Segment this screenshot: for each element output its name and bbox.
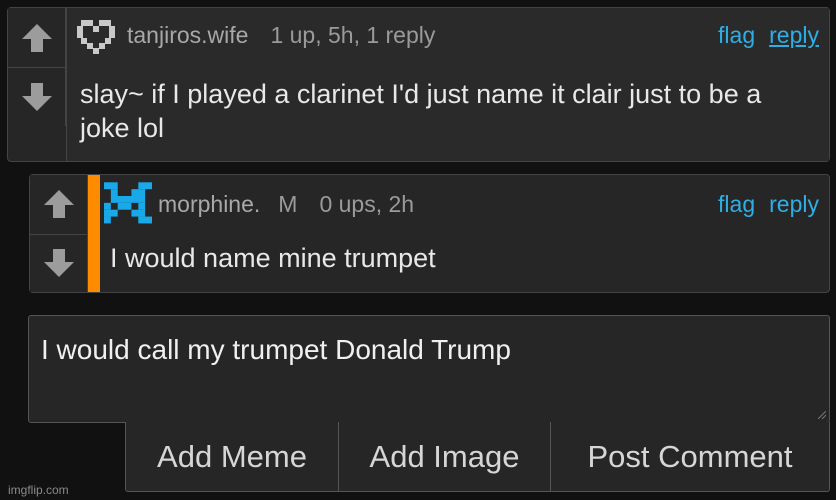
composer-button-bar: Add Meme Add Image Post Comment xyxy=(125,422,830,492)
comment-meta: tanjiros.wife 1 up, 5h, 1 reply flag rep… xyxy=(77,20,819,54)
comment-stats: 0 ups, 2h xyxy=(319,190,415,217)
reply-link[interactable]: reply xyxy=(769,191,819,218)
comment-actions: flag reply xyxy=(718,191,819,218)
upvote-button[interactable] xyxy=(30,175,87,235)
avatar[interactable] xyxy=(77,16,119,54)
upvote-button[interactable] xyxy=(8,8,65,68)
resize-grip-icon[interactable] xyxy=(818,411,826,419)
vote-column xyxy=(30,175,88,292)
username[interactable]: morphine. xyxy=(158,191,260,218)
vote-column xyxy=(8,8,66,126)
downvote-button[interactable] xyxy=(8,67,65,126)
flag-link[interactable]: flag xyxy=(718,22,755,49)
comment: tanjiros.wife 1 up, 5h, 1 reply flag rep… xyxy=(7,7,830,162)
comment-input-value: I would call my trumpet Donald Trump xyxy=(41,334,511,365)
comment-stats: 1 up, 5h, 1 reply xyxy=(270,21,436,48)
comment-text: slay~ if I played a clarinet I'd just na… xyxy=(80,79,762,143)
downvote-arrow-icon xyxy=(21,82,52,111)
post-comment-button[interactable]: Post Comment xyxy=(551,422,829,491)
upvote-arrow-icon xyxy=(21,23,52,52)
add-meme-button[interactable]: Add Meme xyxy=(126,422,339,491)
comment-reply: morphine. M 0 ups, 2h flag reply I would… xyxy=(29,174,830,293)
upvote-arrow-icon xyxy=(43,190,74,219)
watermark: imgflip.com xyxy=(8,483,69,497)
downvote-arrow-icon xyxy=(43,248,74,277)
comment-text: I would name mine trumpet xyxy=(110,243,436,273)
comment-body: tanjiros.wife 1 up, 5h, 1 reply flag rep… xyxy=(66,8,829,161)
comment-body: morphine. M 0 ups, 2h flag reply I would… xyxy=(100,175,829,292)
reply-link[interactable]: reply xyxy=(769,22,819,49)
op-marker xyxy=(88,175,100,292)
user-badge: M xyxy=(278,190,298,217)
username[interactable]: tanjiros.wife xyxy=(127,22,248,49)
avatar[interactable] xyxy=(104,182,152,226)
flag-link[interactable]: flag xyxy=(718,191,755,218)
downvote-button[interactable] xyxy=(30,234,87,293)
add-image-button[interactable]: Add Image xyxy=(339,422,551,491)
comment-meta: morphine. M 0 ups, 2h flag reply xyxy=(104,182,819,224)
comment-input[interactable]: I would call my trumpet Donald Trump xyxy=(28,315,830,423)
comment-actions: flag reply xyxy=(718,22,819,49)
